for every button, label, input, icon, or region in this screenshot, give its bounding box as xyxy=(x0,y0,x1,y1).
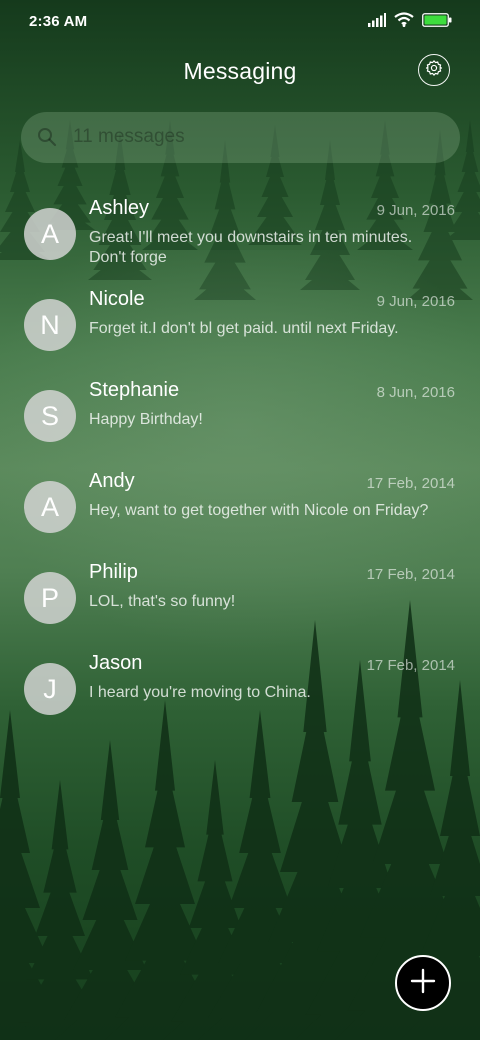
message-preview: Hey, want to get together with Nicole on… xyxy=(89,502,429,519)
page-title: Messaging xyxy=(183,58,297,84)
status-icons xyxy=(368,12,452,32)
message-date: 9 Jun, 2016 xyxy=(376,293,455,310)
search-icon xyxy=(37,127,57,152)
message-preview: Forget it.I don't bl get paid. until nex… xyxy=(89,320,399,337)
message-preview: Happy Birthday! xyxy=(89,411,203,428)
search-bar[interactable]: 11 messages xyxy=(21,112,460,163)
message-preview: Great! I'll meet you downstairs in ten m… xyxy=(89,229,413,266)
plus-icon xyxy=(410,968,436,999)
app-header: Messaging xyxy=(0,48,480,98)
new-message-button[interactable] xyxy=(395,955,451,1011)
conversation-item[interactable]: P Philip 17 Feb, 2014 LOL, that's so fun… xyxy=(0,554,480,645)
contact-name: Jason xyxy=(89,652,143,674)
signal-icon xyxy=(368,12,386,32)
conversation-item[interactable]: N Nicole 9 Jun, 2016 Forget it.I don't b… xyxy=(0,281,480,372)
settings-button[interactable] xyxy=(418,54,450,86)
avatar: A xyxy=(24,208,76,260)
message-date: 8 Jun, 2016 xyxy=(376,384,455,401)
contact-name: Nicole xyxy=(89,288,145,310)
avatar: P xyxy=(24,572,76,624)
status-bar: 2:36 AM xyxy=(0,0,480,44)
message-date: 17 Feb, 2014 xyxy=(366,657,455,674)
message-preview: I heard you're moving to China. xyxy=(89,684,311,701)
contact-name: Philip xyxy=(89,561,138,583)
message-date: 17 Feb, 2014 xyxy=(366,566,455,583)
search-input[interactable]: 11 messages xyxy=(73,126,185,148)
battery-icon xyxy=(422,12,452,32)
avatar: S xyxy=(24,390,76,442)
contact-name: Ashley xyxy=(89,197,150,219)
message-date: 17 Feb, 2014 xyxy=(366,475,455,492)
gear-icon xyxy=(425,59,443,82)
wifi-icon xyxy=(394,12,414,32)
conversation-list: A Ashley 9 Jun, 2016 Great! I'll meet yo… xyxy=(0,190,480,736)
avatar: N xyxy=(24,299,76,351)
message-preview: LOL, that's so funny! xyxy=(89,593,236,610)
contact-name: Stephanie xyxy=(89,379,180,401)
message-date: 9 Jun, 2016 xyxy=(376,202,455,219)
conversation-item[interactable]: J Jason 17 Feb, 2014 I heard you're movi… xyxy=(0,645,480,736)
conversation-item[interactable]: S Stephanie 8 Jun, 2016 Happy Birthday! xyxy=(0,372,480,463)
contact-name: Andy xyxy=(89,470,135,492)
conversation-item[interactable]: A Ashley 9 Jun, 2016 Great! I'll meet yo… xyxy=(0,190,480,281)
avatar: J xyxy=(24,663,76,715)
status-time: 2:36 AM xyxy=(29,13,88,30)
conversation-item[interactable]: A Andy 17 Feb, 2014 Hey, want to get tog… xyxy=(0,463,480,554)
avatar: A xyxy=(24,481,76,533)
